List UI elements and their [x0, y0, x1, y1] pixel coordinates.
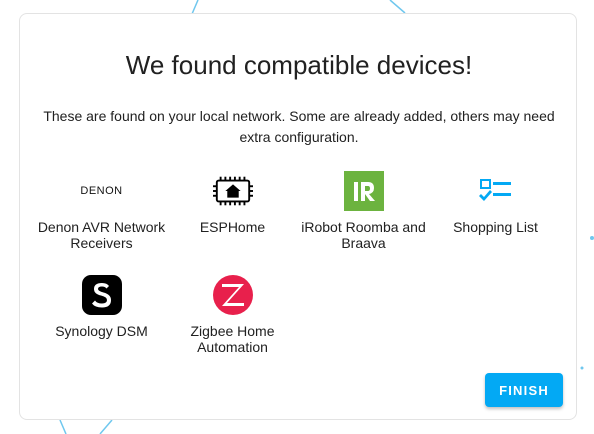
denon-logo-text: DENON	[80, 185, 123, 197]
device-label: Denon AVR Network Receivers	[37, 219, 166, 251]
denon-logo-icon: DENON	[80, 171, 123, 211]
device-synology[interactable]: Synology DSM	[36, 275, 167, 339]
device-denon[interactable]: DENON Denon AVR Network Receivers	[36, 171, 167, 251]
device-zigbee[interactable]: Zigbee Home Automation	[167, 275, 298, 355]
dialog-subtitle: These are found on your local network. S…	[43, 108, 555, 145]
zigbee-logo-icon	[212, 275, 253, 315]
device-label: Zigbee Home Automation	[190, 323, 275, 355]
device-label: Synology DSM	[55, 323, 148, 339]
device-esphome[interactable]: ESPHome	[167, 171, 298, 235]
shopping-list-icon	[476, 171, 516, 211]
device-shopping-list[interactable]: Shopping List	[430, 171, 561, 235]
dialog-title: We found compatible devices!	[125, 50, 473, 80]
finish-button[interactable]: FINISH	[485, 373, 563, 407]
device-label: Shopping List	[453, 219, 538, 235]
discovery-dialog: We found compatible devices! These are f…	[19, 13, 577, 420]
device-label: ESPHome	[199, 219, 266, 235]
esphome-logo-icon	[212, 171, 253, 211]
irobot-logo-icon	[343, 171, 384, 211]
device-label: iRobot Roomba and Braava	[301, 219, 426, 251]
synology-logo-icon	[81, 275, 122, 315]
device-irobot[interactable]: iRobot Roomba and Braava	[298, 171, 429, 251]
